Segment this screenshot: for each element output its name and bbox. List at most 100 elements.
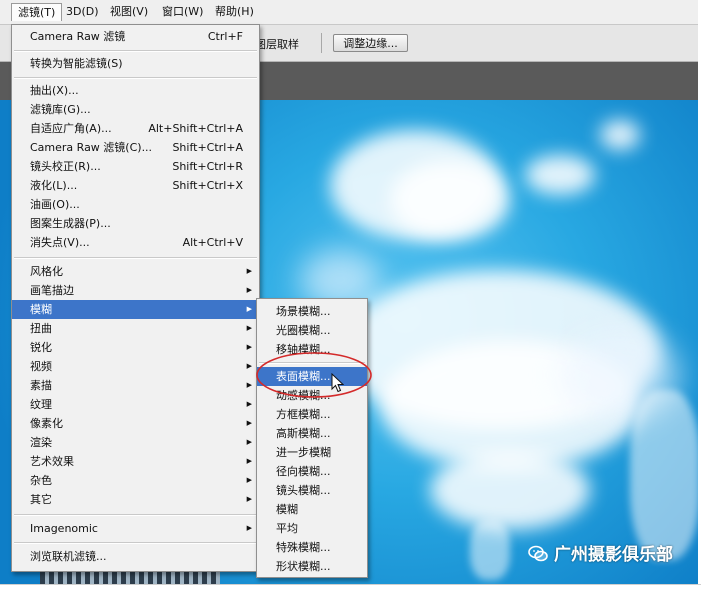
menu-separator <box>14 50 257 52</box>
blur-more[interactable]: 进一步模糊 <box>257 443 367 462</box>
blur-lens[interactable]: 镜头模糊... <box>257 481 367 500</box>
menu-item-label: 素描 <box>30 379 52 392</box>
menu-item-label: 图案生成器(P)... <box>30 217 111 230</box>
menu-item-label: 油画(O)... <box>30 198 80 211</box>
blur-simple[interactable]: 模糊 <box>257 500 367 519</box>
filter-extract[interactable]: 抽出(X)... <box>12 81 259 100</box>
menu-bar: 滤镜(T) 3D(D) 视图(V) 窗口(W) 帮助(H) <box>0 0 698 25</box>
menu-3d[interactable]: 3D(D) <box>60 3 105 21</box>
watermark-text: 广州摄影俱乐部 <box>554 545 673 565</box>
filter-browse-online[interactable]: 浏览联机滤镜... <box>12 547 259 566</box>
menu-item-label: 浏览联机滤镜... <box>30 550 107 563</box>
filter-texture[interactable]: 纹理 ▶ <box>12 395 259 414</box>
menu-item-label: 液化(L)... <box>30 179 78 192</box>
options-divider <box>321 33 322 53</box>
filter-artistic[interactable]: 艺术效果 ▶ <box>12 452 259 471</box>
blur-iris[interactable]: 光圈模糊... <box>257 321 367 340</box>
blur-smart[interactable]: 特殊模糊... <box>257 538 367 557</box>
menu-item-shortcut: Alt+Ctrl+V <box>182 236 243 249</box>
refine-edge-button[interactable]: 调整边缘... <box>333 34 408 52</box>
filter-vanishing-point[interactable]: 消失点(V)... Alt+Ctrl+V <box>12 233 259 252</box>
submenu-arrow-icon: ▶ <box>246 305 252 313</box>
filter-blur[interactable]: 模糊 ▶ <box>12 300 259 319</box>
menu-separator <box>14 514 257 516</box>
menu-item-label: 消失点(V)... <box>30 236 90 249</box>
menu-item-label: 模糊 <box>30 303 52 316</box>
blur-box[interactable]: 方框模糊... <box>257 405 367 424</box>
submenu-arrow-icon: ▶ <box>246 419 252 427</box>
wechat-icon <box>528 545 548 562</box>
filter-adaptive-wide-angle[interactable]: 自适应广角(A)... Alt+Shift+Ctrl+A <box>12 119 259 138</box>
menu-item-label: Camera Raw 滤镜(C)... <box>30 141 153 154</box>
blur-field[interactable]: 场景模糊... <box>257 302 367 321</box>
filter-imagenomic[interactable]: Imagenomic ▶ <box>12 519 259 538</box>
filter-pixelate[interactable]: 像素化 ▶ <box>12 414 259 433</box>
menu-item-label: 抽出(X)... <box>30 84 79 97</box>
submenu-arrow-icon: ▶ <box>246 457 252 465</box>
blur-shape[interactable]: 形状模糊... <box>257 557 367 576</box>
menu-separator <box>14 542 257 544</box>
submenu-arrow-icon: ▶ <box>246 438 252 446</box>
filter-noise[interactable]: 杂色 ▶ <box>12 471 259 490</box>
blur-gaussian[interactable]: 高斯模糊... <box>257 424 367 443</box>
submenu-arrow-icon: ▶ <box>246 267 252 275</box>
menu-item-label: Imagenomic <box>30 522 98 535</box>
menu-item-shortcut: Alt+Shift+Ctrl+A <box>148 122 243 135</box>
menu-item-label: 风格化 <box>30 265 63 278</box>
menu-view[interactable]: 视图(V) <box>104 3 154 21</box>
filter-pattern-maker[interactable]: 图案生成器(P)... <box>12 214 259 233</box>
submenu-arrow-icon: ▶ <box>246 343 252 351</box>
menu-item-label: 纹理 <box>30 398 52 411</box>
filter-oil-paint[interactable]: 油画(O)... <box>12 195 259 214</box>
filter-render[interactable]: 渲染 ▶ <box>12 433 259 452</box>
filter-stylize[interactable]: 风格化 ▶ <box>12 262 259 281</box>
submenu-arrow-icon: ▶ <box>246 476 252 484</box>
menu-item-label: 渲染 <box>30 436 52 449</box>
menu-item-shortcut: Shift+Ctrl+X <box>172 179 243 192</box>
submenu-arrow-icon: ▶ <box>246 286 252 294</box>
filter-liquify[interactable]: 液化(L)... Shift+Ctrl+X <box>12 176 259 195</box>
cloud <box>600 120 640 150</box>
filter-brush-strokes[interactable]: 画笔描边 ▶ <box>12 281 259 300</box>
menu-window[interactable]: 窗口(W) <box>156 3 209 21</box>
blur-average[interactable]: 平均 <box>257 519 367 538</box>
menu-item-shortcut: Ctrl+F <box>207 30 243 43</box>
watermark: 广州摄影俱乐部 <box>528 544 673 566</box>
sample-layers-label: 图层取样 <box>255 38 299 51</box>
menu-item-label: 扭曲 <box>30 322 52 335</box>
submenu-arrow-icon: ▶ <box>246 381 252 389</box>
menu-item-label: 自适应广角(A)... <box>30 122 112 135</box>
filter-other[interactable]: 其它 ▶ <box>12 490 259 509</box>
menu-help[interactable]: 帮助(H) <box>209 3 260 21</box>
menu-separator <box>14 77 257 79</box>
filter-sharpen[interactable]: 锐化 ▶ <box>12 338 259 357</box>
menu-item-label: 视频 <box>30 360 52 373</box>
blur-submenu: 场景模糊... 光圈模糊... 移轴模糊... 表面模糊... 动感模糊... … <box>256 298 368 578</box>
menu-item-label: 艺术效果 <box>30 455 74 468</box>
filter-gallery[interactable]: 滤镜库(G)... <box>12 100 259 119</box>
cloud <box>525 155 595 195</box>
filter-video[interactable]: 视频 ▶ <box>12 357 259 376</box>
menu-filter[interactable]: 滤镜(T) <box>11 3 63 21</box>
menu-item-label: 像素化 <box>30 417 63 430</box>
frosted-tree <box>630 390 698 560</box>
cloud <box>430 450 590 530</box>
menu-item-label: 其它 <box>30 493 52 506</box>
menu-item-label: 画笔描边 <box>30 284 74 297</box>
page-edge <box>0 584 701 585</box>
filter-distort[interactable]: 扭曲 ▶ <box>12 319 259 338</box>
filter-camera-raw[interactable]: Camera Raw 滤镜(C)... Shift+Ctrl+A <box>12 138 259 157</box>
blur-radial[interactable]: 径向模糊... <box>257 462 367 481</box>
filter-camera-raw-last[interactable]: Camera Raw 滤镜 Ctrl+F <box>12 27 259 46</box>
menu-item-label: 杂色 <box>30 474 52 487</box>
submenu-arrow-icon: ▶ <box>246 524 252 532</box>
submenu-arrow-icon: ▶ <box>246 400 252 408</box>
cloud <box>390 160 510 240</box>
menu-item-shortcut: Shift+Ctrl+R <box>172 160 243 173</box>
filter-convert-smart[interactable]: 转换为智能滤镜(S) <box>12 54 259 73</box>
menu-item-label: 滤镜库(G)... <box>30 103 91 116</box>
menu-separator <box>14 257 257 259</box>
filter-lens-correction[interactable]: 镜头校正(R)... Shift+Ctrl+R <box>12 157 259 176</box>
menu-item-shortcut: Shift+Ctrl+A <box>172 141 243 154</box>
filter-sketch[interactable]: 素描 ▶ <box>12 376 259 395</box>
